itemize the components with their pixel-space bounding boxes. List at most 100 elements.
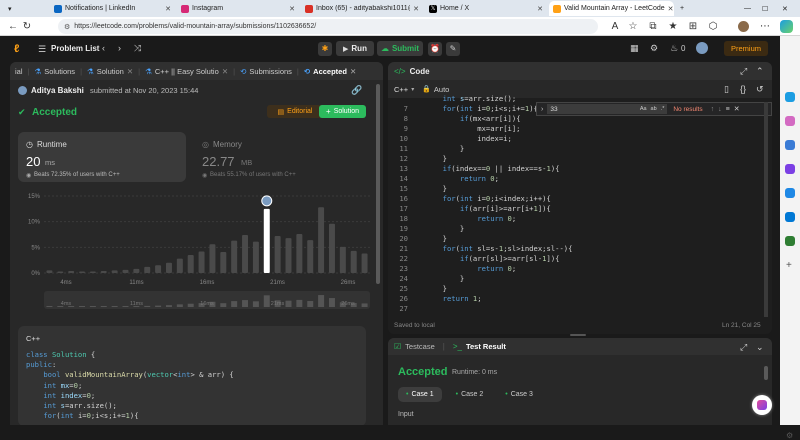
- code-tab[interactable]: Code: [410, 67, 430, 76]
- runtime-card[interactable]: ◷ Runtime 20 ms ◉ Beats 72.35% of users …: [18, 132, 186, 182]
- submit-button[interactable]: ☁ Submit: [377, 41, 423, 56]
- expand-replace-icon[interactable]: ›: [541, 106, 543, 113]
- read-aloud-icon[interactable]: A: [608, 21, 622, 32]
- left-scrollbar[interactable]: [376, 84, 380, 284]
- settings-icon[interactable]: ⚙: [650, 43, 658, 54]
- split-screen-icon[interactable]: ⧉: [646, 21, 660, 32]
- editorial-button[interactable]: ▤ Editorial: [267, 105, 323, 118]
- tab-search-icon[interactable]: ▾: [4, 1, 20, 16]
- panel-splitter[interactable]: [570, 334, 586, 336]
- browser-tab-leetcode[interactable]: Valid Mountain Array - LeetCode ✕: [549, 1, 674, 16]
- site-info-icon[interactable]: ⚙: [64, 23, 70, 31]
- problem-list-link[interactable]: Problem List: [51, 44, 99, 53]
- case-2-button[interactable]: • Case 2: [448, 387, 492, 402]
- test-result-tab[interactable]: Test Result: [466, 342, 506, 351]
- list-icon[interactable]: ☰: [38, 44, 46, 55]
- favorite-icon[interactable]: ☆: [626, 21, 640, 32]
- submitter-name[interactable]: Aditya Bakshi: [31, 86, 84, 95]
- collapse-icon[interactable]: ⌄: [756, 342, 764, 353]
- find-in-selection-icon[interactable]: ≡: [726, 106, 730, 113]
- notes-icon[interactable]: ✎: [446, 42, 460, 56]
- more-icon[interactable]: ⋯: [758, 21, 772, 32]
- maximize-icon[interactable]: ☐: [758, 1, 772, 16]
- close-icon[interactable]: ✕: [165, 5, 171, 13]
- add-icon[interactable]: +: [786, 260, 792, 271]
- extensions-icon[interactable]: ⬡: [706, 21, 720, 32]
- copilot-icon[interactable]: [780, 20, 793, 33]
- previous-match-icon[interactable]: ↑: [711, 106, 715, 113]
- browser-tab-x[interactable]: 𝕏 Home / X ✕: [425, 1, 547, 16]
- tab-solutions[interactable]: ⚗ Solutions: [29, 62, 80, 80]
- close-icon[interactable]: ✕: [222, 67, 228, 76]
- close-icon[interactable]: ✕: [537, 5, 543, 13]
- share-link-icon[interactable]: 🔗: [351, 85, 362, 96]
- browser-tab-gmail[interactable]: Inbox (65) - adityabakshi1011@... ✕: [301, 1, 423, 16]
- panel-close-icon[interactable]: ⌃: [756, 66, 764, 77]
- case-1-button[interactable]: • Case 1: [398, 387, 442, 402]
- memory-card[interactable]: ◎ Memory 22.77 MB ◉ Beats 55.17% of user…: [194, 132, 364, 182]
- collections-icon[interactable]: ⊞: [686, 21, 700, 32]
- match-case-toggle[interactable]: Aa: [640, 106, 647, 112]
- fire-icon[interactable]: ♨: [670, 43, 678, 54]
- post-solution-button[interactable]: + Solution: [319, 105, 366, 118]
- maximize-icon[interactable]: ⤢: [740, 66, 747, 77]
- games-icon[interactable]: [785, 164, 795, 174]
- regex-toggle[interactable]: .*: [661, 106, 665, 112]
- tab-tutorial[interactable]: ial: [10, 62, 28, 80]
- sidebar-settings-icon[interactable]: ⚙: [786, 431, 793, 440]
- auto-mode-toggle[interactable]: Auto: [434, 85, 449, 94]
- code-editor[interactable]: int s=arr.size(); 7 for(int i=0;i<s;i+=1)…: [388, 94, 772, 314]
- close-icon[interactable]: ✕: [413, 5, 419, 13]
- tab-solution[interactable]: ⚗ Solution ✕: [82, 62, 138, 80]
- new-tab-button[interactable]: +: [676, 1, 690, 16]
- next-match-icon[interactable]: ↓: [718, 106, 722, 113]
- case-3-button[interactable]: • Case 3: [497, 387, 541, 402]
- url-field[interactable]: ⚙ https://leetcode.com/problems/valid-mo…: [58, 19, 598, 34]
- office-icon[interactable]: [785, 188, 795, 198]
- browser-tab-linkedin[interactable]: Notifications | LinkedIn ✕: [50, 1, 175, 16]
- result-scrollbar[interactable]: [764, 366, 768, 380]
- debug-icon[interactable]: ✱: [318, 42, 332, 56]
- copilot-float-button[interactable]: [752, 395, 772, 415]
- tab-submissions[interactable]: ⟲ Submissions: [235, 62, 297, 80]
- run-button[interactable]: ▶ Run: [336, 41, 374, 56]
- shopping-icon[interactable]: [785, 116, 795, 126]
- submitted-code: class Solution {public: bool validMounta…: [26, 350, 234, 421]
- find-input[interactable]: 33 Aa ab .*: [547, 104, 668, 114]
- maximize-icon[interactable]: ⤢: [740, 342, 747, 353]
- outlook-icon[interactable]: [785, 212, 795, 222]
- tab-accepted[interactable]: ⟲ Accepted ✕: [299, 62, 361, 80]
- braces-icon[interactable]: {}: [740, 84, 746, 94]
- close-icon[interactable]: ✕: [289, 5, 295, 13]
- timer-icon[interactable]: ⏰: [428, 42, 442, 56]
- back-icon[interactable]: ←: [6, 21, 20, 32]
- runtime-distribution-chart[interactable]: 15% 10% 5% 0% 4ms 4ms 11ms 11ms 16ms 16ms 21ms 21ms…: [10, 186, 383, 316]
- language-select[interactable]: C++: [394, 85, 408, 94]
- editor-scrollbar[interactable]: [764, 102, 768, 317]
- close-icon[interactable]: ✕: [668, 5, 674, 13]
- prev-problem-icon[interactable]: ‹: [102, 43, 105, 53]
- close-find-icon[interactable]: ✕: [734, 105, 740, 113]
- refresh-icon[interactable]: ↻: [20, 21, 34, 32]
- user-avatar[interactable]: [696, 42, 708, 54]
- drop-icon[interactable]: [785, 236, 795, 246]
- next-problem-icon[interactable]: ›: [118, 43, 121, 53]
- code-line: int s=arr.size();: [26, 401, 234, 411]
- minimize-icon[interactable]: —: [740, 1, 754, 16]
- browser-tab-instagram[interactable]: Instagram ✕: [177, 1, 299, 16]
- whole-word-toggle[interactable]: ab: [651, 106, 657, 112]
- profile-avatar[interactable]: [738, 21, 749, 32]
- search-icon[interactable]: [785, 92, 795, 102]
- shuffle-icon[interactable]: ⤨: [134, 43, 141, 54]
- favorites-icon[interactable]: ★: [666, 21, 680, 32]
- premium-button[interactable]: Premium: [724, 41, 768, 56]
- testcase-tab[interactable]: Testcase: [405, 342, 435, 351]
- close-icon[interactable]: ✕: [350, 67, 356, 76]
- leetcode-logo[interactable]: ℓ: [14, 43, 19, 55]
- chart-bar: [339, 246, 346, 273]
- tools-icon[interactable]: [785, 140, 795, 150]
- layout-icon[interactable]: ▦: [630, 43, 639, 54]
- tab-cpp-easy-solution[interactable]: ⚗ C++ || Easy Solution ✕: [140, 62, 233, 80]
- window-close-icon[interactable]: ✕: [778, 1, 792, 16]
- close-icon[interactable]: ✕: [127, 67, 133, 76]
